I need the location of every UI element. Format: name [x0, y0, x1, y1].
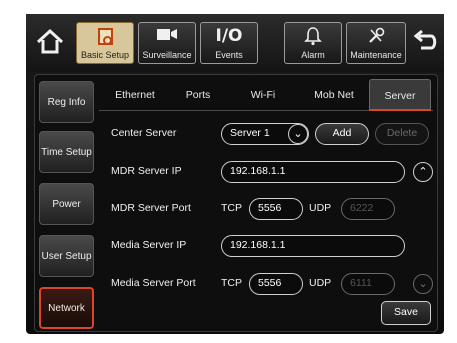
tab-surveillance-label: Surveillance: [142, 50, 192, 60]
camera-icon: [139, 26, 195, 46]
tab-ethernet[interactable]: Ethernet: [103, 79, 167, 111]
tab-events[interactable]: I/O Events: [200, 22, 258, 64]
media-server-ip-input[interactable]: 192.168.1.1: [221, 235, 405, 257]
chevron-up-icon[interactable]: ⌃: [413, 162, 433, 182]
chevron-down-icon[interactable]: ⌄: [413, 274, 433, 294]
io-icon: I/O: [215, 26, 243, 46]
sidebar-item-label: Reg Info: [47, 96, 86, 108]
add-button[interactable]: Add: [315, 123, 369, 145]
mdr-server-ip-value: 192.168.1.1: [230, 165, 286, 177]
dvr-screen: Basic Setup Surveillance I/O Events Alar…: [26, 14, 444, 334]
sidebar-item-network[interactable]: Network: [39, 287, 94, 329]
delete-button[interactable]: Delete: [375, 123, 429, 145]
settings-panel: Reg Info Time Setup Power User Setup Net…: [34, 74, 438, 332]
back-icon[interactable]: [409, 26, 439, 58]
tab-maintenance[interactable]: Maintenance: [346, 22, 406, 64]
bell-icon: [285, 26, 341, 46]
media-tcp-label: TCP: [221, 277, 242, 289]
media-tcp-port-value: 5556: [258, 277, 282, 289]
tab-alarm-label: Alarm: [301, 50, 325, 60]
tools-icon: [347, 26, 405, 46]
media-server-port-label: Media Server Port: [111, 277, 196, 289]
save-button[interactable]: Save: [381, 301, 431, 325]
media-server-ip-value: 192.168.1.1: [230, 239, 286, 251]
sidebar-item-label: Network: [48, 302, 85, 314]
center-server-value: Server 1: [230, 127, 270, 139]
mdr-tcp-port-value: 5556: [258, 202, 282, 214]
media-tcp-port-input[interactable]: 5556: [249, 273, 303, 295]
mdr-udp-port-input[interactable]: 6222: [341, 198, 395, 220]
media-server-ip-label: Media Server IP: [111, 239, 187, 251]
media-udp-port-input[interactable]: 6111: [341, 273, 395, 295]
tab-wifi[interactable]: Wi-Fi: [233, 79, 293, 111]
tab-basic-setup-label: Basic Setup: [80, 50, 130, 60]
sidebar-item-user-setup[interactable]: User Setup: [39, 235, 94, 277]
tab-mob-net[interactable]: Mob Net: [303, 79, 365, 111]
sidebar-item-reg-info[interactable]: Reg Info: [39, 81, 94, 123]
home-icon[interactable]: [32, 24, 68, 60]
mdr-server-ip-label: MDR Server IP: [111, 165, 182, 177]
basic-setup-icon: [77, 26, 133, 46]
media-udp-port-value: 6111: [350, 277, 372, 289]
mdr-tcp-label: TCP: [221, 202, 242, 214]
tab-alarm[interactable]: Alarm: [284, 22, 342, 64]
tab-maintenance-label: Maintenance: [350, 50, 402, 60]
top-toolbar: Basic Setup Surveillance I/O Events Alar…: [26, 14, 444, 72]
sidebar-item-label: User Setup: [41, 250, 92, 262]
center-server-label: Center Server: [111, 127, 177, 139]
tab-basic-setup[interactable]: Basic Setup: [76, 22, 134, 64]
sidebar-item-label: Power: [52, 198, 81, 210]
sidebar-item-power[interactable]: Power: [39, 183, 94, 225]
mdr-server-port-label: MDR Server Port: [111, 202, 191, 214]
mdr-udp-label: UDP: [309, 202, 332, 214]
mdr-server-ip-input[interactable]: 192.168.1.1: [221, 161, 405, 183]
mdr-tcp-port-input[interactable]: 5556: [249, 198, 303, 220]
tab-events-label: Events: [215, 50, 243, 60]
sidebar-item-label: Time Setup: [41, 146, 92, 158]
tab-surveillance[interactable]: Surveillance: [138, 22, 196, 64]
tab-ports[interactable]: Ports: [173, 79, 223, 111]
mdr-udp-port-value: 6222: [350, 202, 374, 214]
media-udp-label: UDP: [309, 277, 332, 289]
network-subtabs: Ethernet Ports Wi-Fi Mob Net Server: [99, 79, 433, 111]
chevron-down-icon[interactable]: ⌄: [288, 124, 308, 144]
tab-server[interactable]: Server: [369, 79, 431, 111]
sidebar-item-time-setup[interactable]: Time Setup: [39, 131, 94, 173]
